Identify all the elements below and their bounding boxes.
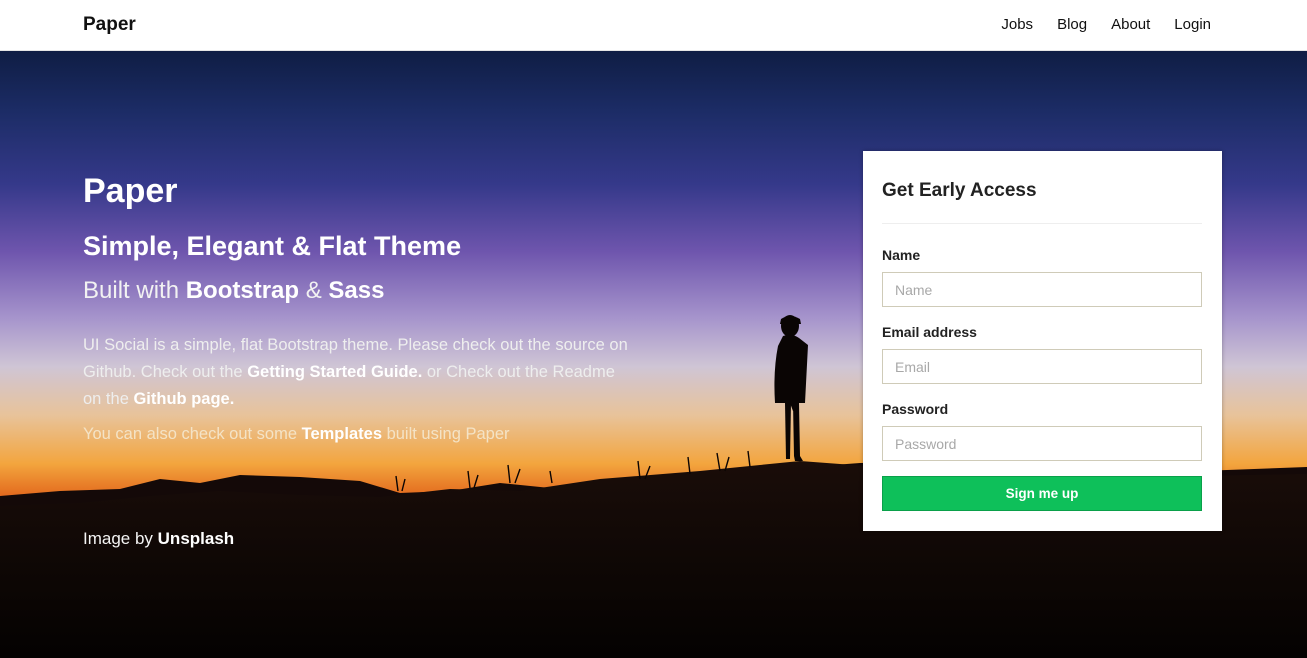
hero-built-with: Built with Bootstrap & Sass	[83, 277, 384, 305]
card-divider	[882, 223, 1202, 224]
email-input[interactable]	[882, 349, 1202, 384]
brand-logo[interactable]: Paper	[83, 14, 136, 36]
bootstrap-label: Bootstrap	[185, 277, 300, 304]
nav-link-jobs[interactable]: Jobs	[1001, 16, 1033, 33]
templates-link[interactable]: Templates	[302, 425, 382, 443]
nav-link-blog[interactable]: Blog	[1057, 16, 1087, 33]
password-label: Password	[882, 401, 949, 417]
early-access-card: Get Early Access Name Email address Pass…	[863, 151, 1222, 531]
sass-label: Sass	[328, 277, 385, 304]
name-label: Name	[882, 247, 921, 263]
templates-suffix: built using Paper	[382, 425, 510, 443]
email-label: Email address	[882, 324, 977, 340]
built-with-prefix: Built with	[83, 277, 186, 304]
hero-title: Paper	[83, 172, 178, 210]
card-title: Get Early Access	[882, 180, 1037, 201]
nav-links: Jobs Blog About Login	[977, 16, 1211, 33]
sign-up-button[interactable]: Sign me up	[882, 476, 1202, 511]
unsplash-link[interactable]: Unsplash	[158, 529, 235, 548]
hero-section: Paper Simple, Elegant & Flat Theme Built…	[0, 51, 1307, 658]
name-input[interactable]	[882, 272, 1202, 307]
getting-started-link[interactable]: Getting Started Guide.	[247, 363, 422, 381]
hero-subtitle: Simple, Elegant & Flat Theme	[83, 231, 462, 261]
navbar: Paper Jobs Blog About Login	[0, 0, 1307, 51]
password-input[interactable]	[882, 426, 1202, 461]
nav-link-login[interactable]: Login	[1174, 16, 1211, 33]
nav-link-about[interactable]: About	[1111, 16, 1150, 33]
hero-templates-note: You can also check out some Templates bu…	[83, 425, 510, 444]
templates-prefix: You can also check out some	[83, 425, 302, 443]
credit-prefix: Image by	[83, 529, 158, 548]
github-page-link[interactable]: Github page.	[133, 390, 234, 408]
hero-description: UI Social is a simple, flat Bootstrap th…	[83, 332, 628, 413]
image-credit: Image by Unsplash	[83, 529, 234, 549]
built-with-ampersand: &	[299, 277, 329, 304]
